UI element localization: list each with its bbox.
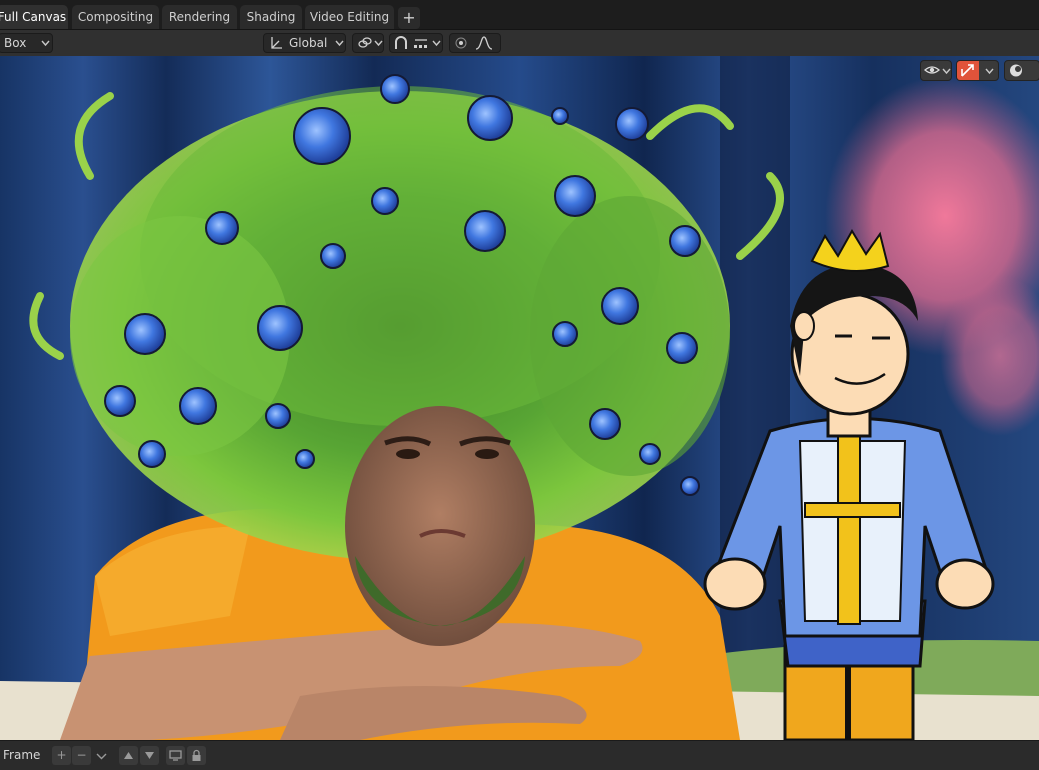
- pivot-link-icon: [358, 37, 372, 48]
- gizmo-arrow-icon: [961, 64, 974, 77]
- pivot-point-dropdown[interactable]: [352, 33, 384, 53]
- snap-magnet-icon: [395, 36, 407, 49]
- snapping-group[interactable]: [389, 33, 443, 53]
- add-workspace-button[interactable]: +: [398, 7, 420, 29]
- timeline-header: Frame + −: [0, 740, 1039, 770]
- tab-label: Compositing: [77, 10, 154, 24]
- move-down-button[interactable]: [140, 746, 159, 765]
- orientation-label: Global: [289, 36, 328, 50]
- tab-full-canvas[interactable]: Full Canvas: [0, 5, 68, 29]
- chevron-down-icon: [374, 40, 383, 47]
- chevron-down-icon: [335, 40, 344, 47]
- tab-label: Video Editing: [309, 10, 390, 24]
- tab-label: Shading: [246, 10, 296, 24]
- header-toolbar: Box Global: [0, 30, 1039, 56]
- move-up-icon: [124, 752, 133, 759]
- remove-icon: −: [76, 748, 87, 762]
- tab-shading[interactable]: Shading: [240, 5, 302, 29]
- chevron-down-icon: [985, 68, 994, 75]
- visibility-dropdown[interactable]: [920, 60, 952, 81]
- chevron-down-icon: [41, 40, 50, 47]
- screen-toggle-button[interactable]: [166, 746, 185, 765]
- move-down-icon: [145, 752, 154, 759]
- viewport-shading-icon: [1010, 64, 1022, 77]
- remove-marker-button[interactable]: −: [72, 746, 91, 765]
- move-up-button[interactable]: [119, 746, 138, 765]
- composited-video-frame: [0, 56, 1039, 740]
- tab-label: Full Canvas: [0, 10, 67, 24]
- chevron-down-icon: [942, 68, 951, 75]
- gizmo-toggle[interactable]: [956, 60, 999, 81]
- chevron-down-icon: [432, 40, 441, 47]
- tab-compositing[interactable]: Compositing: [72, 5, 159, 29]
- screen-icon: [169, 750, 182, 761]
- dropdown-chevron-icon[interactable]: [96, 752, 107, 760]
- transform-orientation-icon: [271, 37, 282, 49]
- visibility-eye-icon: [924, 66, 940, 74]
- add-marker-button[interactable]: +: [52, 746, 71, 765]
- proportional-edit-icon: [455, 37, 467, 49]
- lock-toggle-button[interactable]: [187, 746, 206, 765]
- proportional-editing-group[interactable]: [449, 33, 501, 53]
- viewport-canvas[interactable]: [0, 56, 1039, 740]
- viewport-shading-button[interactable]: [1004, 60, 1039, 81]
- tab-label: Rendering: [168, 10, 231, 24]
- tab-rendering[interactable]: Rendering: [162, 5, 237, 29]
- frame-menu-label[interactable]: Frame: [3, 748, 40, 762]
- lock-icon: [192, 749, 201, 761]
- select-mode-dropdown[interactable]: Box: [0, 33, 53, 53]
- tab-video-editing[interactable]: Video Editing: [305, 5, 394, 29]
- add-icon: +: [56, 748, 67, 762]
- workspace-tab-bar: Full Canvas Compositing Rendering Shadin…: [0, 0, 1039, 30]
- add-icon: +: [402, 8, 416, 27]
- transform-orientation-dropdown[interactable]: Global: [263, 33, 346, 53]
- snap-increment-icon: [414, 39, 427, 48]
- falloff-curve-icon: [475, 36, 493, 50]
- select-mode-label: Box: [4, 36, 27, 50]
